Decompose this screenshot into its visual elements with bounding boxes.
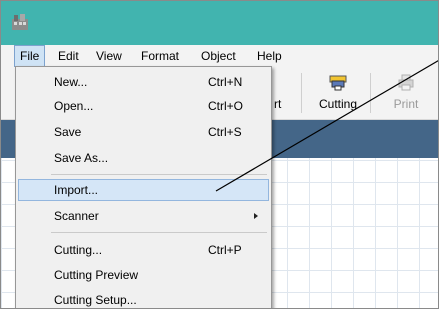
callout-leader-line — [215, 60, 438, 192]
app-window: File Edit View Format Object Help rt Cut… — [0, 0, 439, 309]
